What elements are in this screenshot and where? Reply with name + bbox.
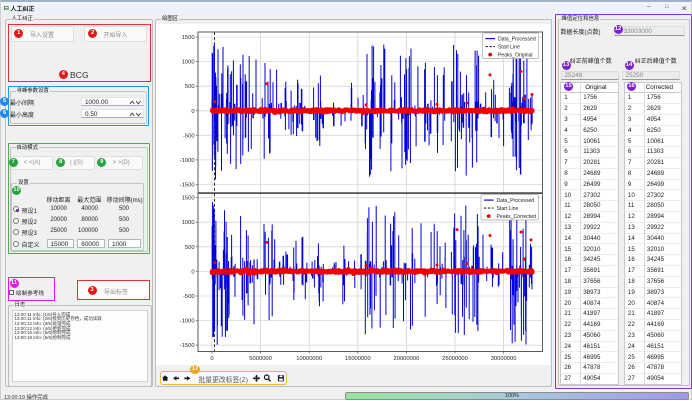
svg-text:Start Line: Start Line xyxy=(497,206,519,212)
svg-text:25000000: 25000000 xyxy=(442,356,468,362)
svg-text:1500: 1500 xyxy=(182,196,195,202)
svg-text:500: 500 xyxy=(185,84,195,90)
svg-text:Start Line: Start Line xyxy=(498,45,520,51)
svg-text:-1000: -1000 xyxy=(180,158,195,164)
svg-text:500: 500 xyxy=(185,245,195,251)
svg-text:-500: -500 xyxy=(183,294,195,300)
svg-text:-1500: -1500 xyxy=(180,343,195,349)
svg-text:1000: 1000 xyxy=(182,220,195,226)
svg-text:-1000: -1000 xyxy=(180,319,195,325)
svg-text:-1500: -1500 xyxy=(180,183,195,189)
svg-text:20000000: 20000000 xyxy=(394,356,420,362)
svg-text:1500: 1500 xyxy=(182,35,195,41)
svg-text:0: 0 xyxy=(191,269,194,275)
svg-text:0: 0 xyxy=(191,109,194,115)
svg-text:10000000: 10000000 xyxy=(296,356,322,362)
svg-text:Data_Processed: Data_Processed xyxy=(497,198,535,204)
svg-text:0: 0 xyxy=(210,356,213,362)
svg-text:5000000: 5000000 xyxy=(249,356,272,362)
svg-text:30000000: 30000000 xyxy=(491,356,517,362)
svg-text:Peaks_Original: Peaks_Original xyxy=(498,53,533,59)
svg-text:15000000: 15000000 xyxy=(345,356,371,362)
svg-text:Peaks_Corrected: Peaks_Corrected xyxy=(497,214,537,220)
svg-text:1000: 1000 xyxy=(182,60,195,66)
svg-text:Data_Processed: Data_Processed xyxy=(498,37,536,43)
svg-text:-500: -500 xyxy=(183,133,195,139)
